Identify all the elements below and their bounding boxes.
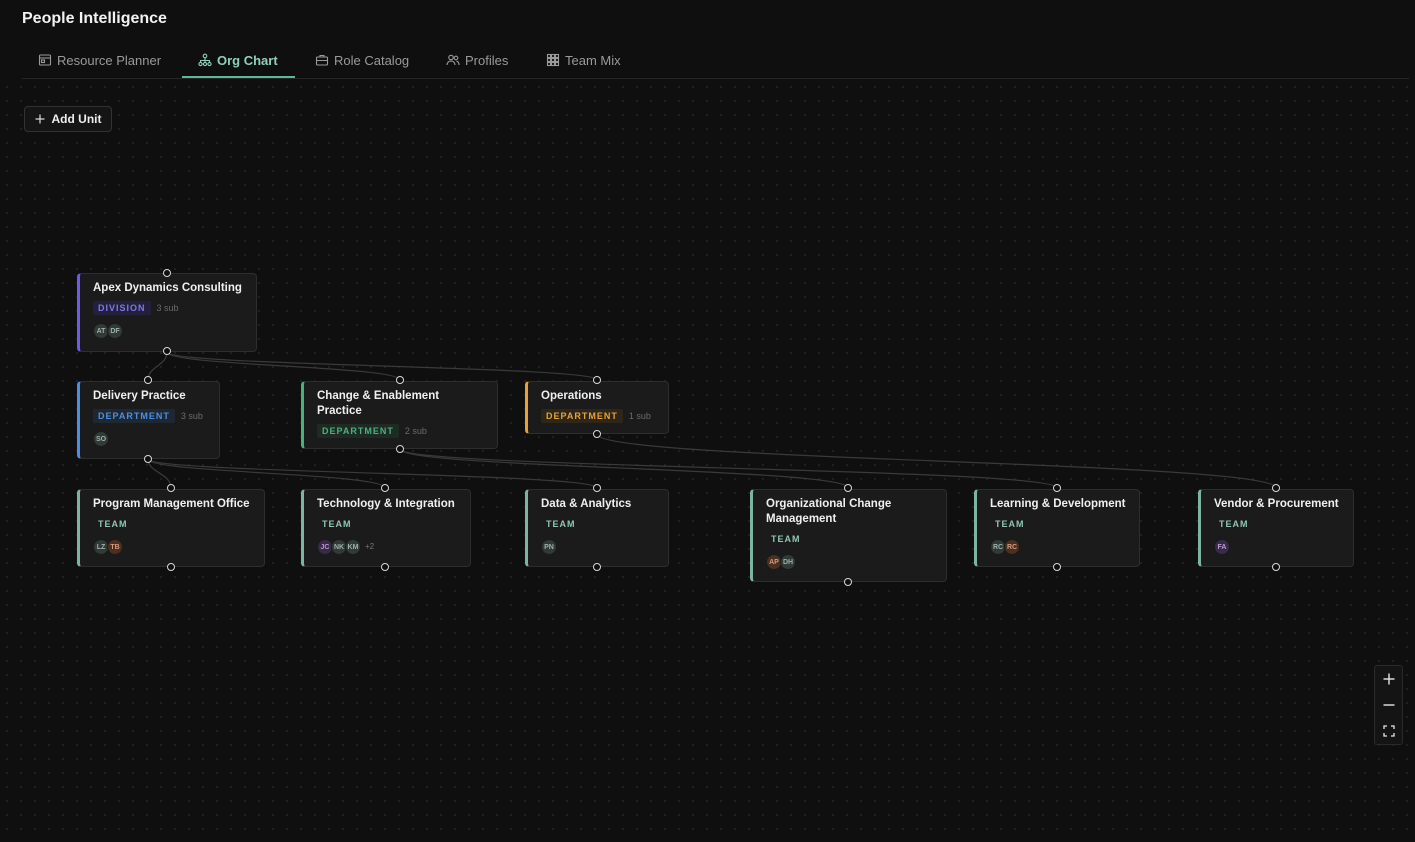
calendar-icon <box>38 54 52 66</box>
node-title: Vendor & Procurement <box>1214 498 1339 510</box>
node-type-badge: DEPARTMENT <box>541 409 623 423</box>
node-title: Apex Dynamics Consulting <box>93 282 242 294</box>
node-handle-bottom[interactable] <box>167 563 175 571</box>
node-type-badge: TEAM <box>771 534 801 544</box>
plus-icon <box>35 114 44 124</box>
org-node-operations[interactable]: Operations DEPARTMENT 1 sub <box>525 381 669 434</box>
org-chart-icon <box>198 53 212 67</box>
node-handle-top[interactable] <box>396 376 404 384</box>
active-tab-indicator <box>182 76 295 78</box>
add-unit-label: Add Unit <box>51 112 102 126</box>
zoom-out-button[interactable] <box>1375 692 1402 718</box>
org-node-change-enablement-practice[interactable]: Change & Enablement Practice DEPARTMENT … <box>301 381 498 449</box>
node-handle-top[interactable] <box>144 376 152 384</box>
node-handle-bottom[interactable] <box>163 347 171 355</box>
node-title: Delivery Practice <box>93 390 186 402</box>
node-title: Data & Analytics <box>541 498 632 510</box>
fit-view-icon <box>1382 725 1395 737</box>
tab-label: Profiles <box>465 52 509 68</box>
tab-label: Org Chart <box>217 52 278 68</box>
zoom-in-icon <box>1383 673 1394 685</box>
node-handle-bottom[interactable] <box>1272 563 1280 571</box>
tab-label: Team Mix <box>565 52 621 68</box>
node-handle-bottom[interactable] <box>593 430 601 438</box>
node-type-badge: DEPARTMENT <box>317 424 399 438</box>
org-node-learning-development[interactable]: Learning & Development TEAM RC RC <box>974 489 1140 567</box>
node-handle-bottom[interactable] <box>593 563 601 571</box>
briefcase-icon <box>315 54 329 66</box>
node-handle-top[interactable] <box>593 376 601 384</box>
avatar[interactable]: DH <box>780 554 796 570</box>
node-handle-top[interactable] <box>381 484 389 492</box>
node-type-badge: TEAM <box>995 519 1025 529</box>
node-handle-bottom[interactable] <box>381 563 389 571</box>
zoom-in-button[interactable] <box>1375 666 1402 692</box>
sub-count: 3 sub <box>156 303 179 313</box>
zoom-out-icon <box>1383 704 1394 706</box>
node-handle-bottom[interactable] <box>844 578 852 586</box>
add-unit-button[interactable]: Add Unit <box>24 106 112 132</box>
node-handle-top[interactable] <box>167 484 175 492</box>
tab-bar: Resource Planner Org Chart Role Catalog … <box>22 42 1409 79</box>
tab-org-chart[interactable]: Org Chart <box>198 42 278 78</box>
org-chart-canvas[interactable] <box>0 80 1415 842</box>
node-type-badge: DIVISION <box>93 301 151 315</box>
sub-count: 2 sub <box>404 426 427 436</box>
tab-label: Resource Planner <box>57 52 162 68</box>
sub-count: 1 sub <box>628 411 651 421</box>
org-node-apex-dynamics-consulting[interactable]: Apex Dynamics Consulting DIVISION 3 sub … <box>77 273 257 352</box>
node-title: Operations <box>541 390 602 402</box>
node-title: Program Management Office <box>93 498 250 510</box>
sub-count: 3 sub <box>180 411 203 421</box>
node-title: Organizational Change Management <box>766 498 892 525</box>
node-title: Technology & Integration <box>317 498 455 510</box>
node-handle-bottom[interactable] <box>1053 563 1061 571</box>
app-title: People Intelligence <box>22 10 167 27</box>
node-type-badge: TEAM <box>1219 519 1249 529</box>
more-members-count[interactable]: +2 <box>365 539 374 555</box>
org-node-technology-integration[interactable]: Technology & Integration TEAM JC NK KM +… <box>301 489 471 567</box>
avatar[interactable]: PN <box>541 539 557 555</box>
tab-role-catalog[interactable]: Role Catalog <box>315 42 409 78</box>
node-type-badge: TEAM <box>98 519 128 529</box>
org-node-data-analytics[interactable]: Data & Analytics TEAM PN <box>525 489 669 567</box>
org-node-delivery-practice[interactable]: Delivery Practice DEPARTMENT 3 sub SO <box>77 381 220 459</box>
node-type-badge: DEPARTMENT <box>93 409 175 423</box>
node-type-badge: TEAM <box>546 519 576 529</box>
org-node-program-management-office[interactable]: Program Management Office TEAM LZ TB <box>77 489 265 567</box>
node-title: Learning & Development <box>990 498 1126 510</box>
node-type-badge: TEAM <box>322 519 352 529</box>
node-handle-top[interactable] <box>1053 484 1061 492</box>
zoom-controls <box>1374 665 1403 745</box>
node-handle-top[interactable] <box>593 484 601 492</box>
tab-profiles[interactable]: Profiles <box>446 42 508 78</box>
node-handle-top[interactable] <box>163 269 171 277</box>
node-handle-top[interactable] <box>844 484 852 492</box>
org-node-organizational-change-management[interactable]: Organizational Change Management TEAM AP… <box>750 489 947 582</box>
org-node-vendor-procurement[interactable]: Vendor & Procurement TEAM FA <box>1198 489 1354 567</box>
avatar[interactable]: KM <box>345 539 361 555</box>
tab-team-mix[interactable]: Team Mix <box>546 42 621 78</box>
avatar[interactable]: RC <box>1004 539 1020 555</box>
node-handle-bottom[interactable] <box>396 445 404 453</box>
node-handle-bottom[interactable] <box>144 455 152 463</box>
avatar[interactable]: SO <box>93 431 109 447</box>
tab-resource-planner[interactable]: Resource Planner <box>38 42 161 78</box>
avatar[interactable]: FA <box>1214 539 1230 555</box>
avatar[interactable]: TB <box>107 539 123 555</box>
node-handle-top[interactable] <box>1272 484 1280 492</box>
users-icon <box>446 54 460 66</box>
avatar[interactable]: DF <box>107 323 123 339</box>
node-title: Change & Enablement Practice <box>317 390 440 417</box>
grid-icon <box>546 53 560 67</box>
fit-view-button[interactable] <box>1375 718 1402 744</box>
tab-label: Role Catalog <box>334 52 410 68</box>
